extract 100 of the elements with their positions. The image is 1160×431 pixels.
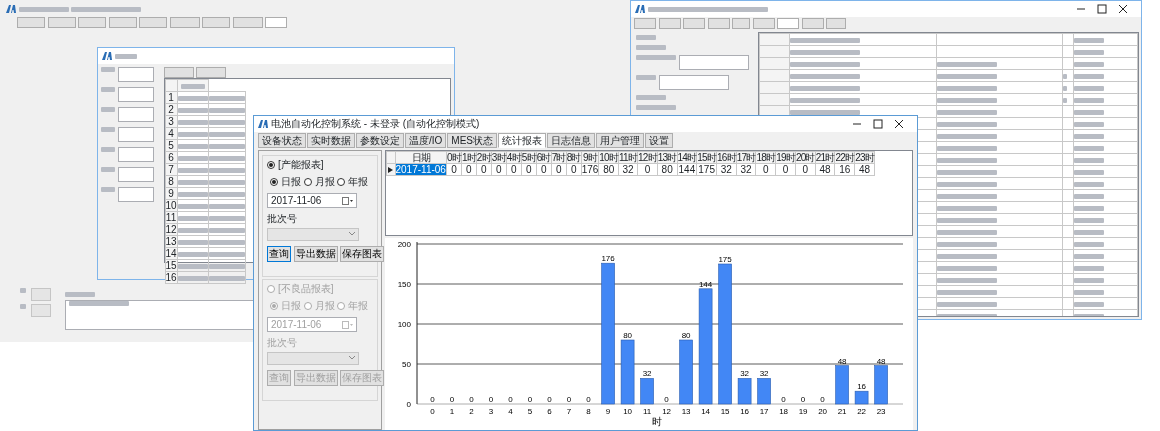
column-header: 13时 bbox=[657, 151, 677, 164]
data-label: 0 bbox=[507, 395, 513, 404]
table-cell: 80 bbox=[657, 163, 677, 176]
dropdown[interactable] bbox=[31, 288, 51, 301]
radio-button[interactable]: 日报 bbox=[270, 176, 301, 188]
tab[interactable] bbox=[108, 17, 137, 28]
tab[interactable] bbox=[78, 17, 106, 28]
tab[interactable] bbox=[163, 67, 194, 78]
illegible-text bbox=[936, 110, 997, 115]
table-cell: 144 bbox=[677, 163, 697, 176]
tab[interactable]: 设备状态 bbox=[258, 133, 306, 148]
tab[interactable] bbox=[47, 17, 76, 28]
illegible-text bbox=[936, 158, 997, 163]
axis-tick-label: 21 bbox=[837, 407, 847, 416]
radio-button[interactable]: [产能报表] bbox=[267, 159, 324, 170]
tab[interactable]: 统计报表 bbox=[498, 133, 546, 148]
row-label bbox=[20, 303, 26, 309]
column-header: 12时 bbox=[637, 151, 658, 164]
radio-button[interactable]: 月报 bbox=[303, 176, 335, 188]
illegible-text bbox=[1073, 218, 1104, 223]
tab[interactable] bbox=[752, 18, 775, 29]
axis-tick-label: 20 bbox=[817, 407, 827, 416]
axis-tick-label: 23 bbox=[876, 407, 886, 416]
illegible-text bbox=[789, 50, 860, 55]
illegible-text bbox=[936, 278, 997, 283]
tab[interactable] bbox=[265, 17, 287, 28]
data-label: 0 bbox=[429, 395, 435, 404]
illegible-text bbox=[636, 35, 656, 40]
data-label: 0 bbox=[527, 395, 532, 404]
tab[interactable] bbox=[707, 18, 730, 29]
app-logo-icon bbox=[258, 120, 268, 128]
tab[interactable] bbox=[139, 17, 167, 28]
table-cell: 0 bbox=[491, 163, 507, 176]
illegible-text bbox=[1073, 206, 1104, 211]
tab[interactable]: 设置 bbox=[645, 133, 673, 148]
tab[interactable] bbox=[169, 17, 200, 28]
input-field[interactable] bbox=[117, 107, 154, 122]
tab[interactable]: MES状态 bbox=[447, 133, 497, 148]
input-field[interactable] bbox=[117, 87, 154, 102]
table-cell: 48 bbox=[854, 163, 875, 176]
table-cell: 0 bbox=[566, 163, 582, 176]
export-button[interactable]: 导出数据 bbox=[293, 245, 338, 262]
data-label: 0 bbox=[819, 395, 825, 404]
axis-tick-label: 8 bbox=[585, 407, 591, 416]
table-cell: 0 bbox=[521, 163, 537, 176]
table-cell: 80 bbox=[598, 163, 619, 176]
date-field: 2017-11-06 bbox=[267, 317, 357, 332]
tab[interactable] bbox=[634, 18, 656, 29]
tab[interactable] bbox=[683, 18, 705, 29]
illegible-text bbox=[936, 206, 997, 211]
input-field[interactable] bbox=[117, 187, 154, 202]
tab[interactable] bbox=[801, 18, 824, 29]
app-logo-icon bbox=[635, 5, 645, 13]
column-header: 14时 bbox=[677, 151, 697, 164]
dropdown[interactable] bbox=[31, 303, 51, 317]
tab[interactable]: 温度/IO bbox=[405, 133, 447, 148]
tab[interactable] bbox=[732, 18, 750, 29]
tab[interactable]: 用户管理 bbox=[596, 133, 644, 148]
tab[interactable] bbox=[196, 67, 226, 78]
input-field[interactable] bbox=[117, 127, 154, 142]
tab[interactable] bbox=[17, 17, 45, 28]
axis-tick-label: 11 bbox=[642, 407, 651, 416]
field-label bbox=[101, 147, 115, 152]
radio-button[interactable]: 年报 bbox=[337, 176, 368, 188]
illegible-text bbox=[1073, 194, 1104, 199]
axis-tick-label: 0 bbox=[406, 400, 411, 409]
axis-tick-label: 200 bbox=[397, 240, 411, 249]
window-title: 电池自动化控制系统 - 未登录 (自动化控制模式) bbox=[271, 118, 480, 130]
field-label bbox=[101, 87, 115, 92]
maximize-icon[interactable] bbox=[870, 119, 886, 129]
illegible-text bbox=[636, 95, 666, 100]
date-field[interactable] bbox=[678, 55, 749, 70]
tab[interactable] bbox=[202, 17, 230, 28]
table-cell: 176 bbox=[581, 163, 599, 176]
query-button[interactable]: 查询 bbox=[267, 245, 291, 262]
table-cell: 0 bbox=[461, 163, 477, 176]
date-field[interactable]: 2017-11-06 bbox=[267, 193, 357, 208]
date-field[interactable] bbox=[658, 75, 729, 90]
tab[interactable] bbox=[232, 17, 263, 28]
tab[interactable]: 实时数据 bbox=[307, 133, 355, 148]
maximize-icon[interactable] bbox=[1094, 4, 1110, 14]
save-chart-button[interactable]: 保存图表 bbox=[340, 245, 384, 262]
tab[interactable] bbox=[826, 18, 846, 29]
batch-dropdown[interactable] bbox=[267, 227, 359, 241]
data-label: 0 bbox=[546, 395, 552, 404]
group-title bbox=[65, 292, 95, 297]
tab[interactable]: 参数设定 bbox=[356, 133, 404, 148]
input-field[interactable] bbox=[117, 167, 154, 182]
input-field[interactable] bbox=[117, 147, 154, 162]
axis-tick-label: 17 bbox=[759, 407, 769, 416]
axis-tick-label: 18 bbox=[778, 407, 788, 416]
tab[interactable] bbox=[777, 18, 799, 29]
illegible-text bbox=[1063, 86, 1068, 91]
illegible-text bbox=[1073, 278, 1104, 283]
tab[interactable] bbox=[658, 18, 681, 29]
input-field[interactable] bbox=[117, 67, 154, 82]
column-header: 22时 bbox=[834, 151, 855, 164]
tab[interactable]: 日志信息 bbox=[547, 133, 595, 148]
data-label: 144 bbox=[698, 279, 712, 289]
illegible-text bbox=[936, 62, 997, 67]
